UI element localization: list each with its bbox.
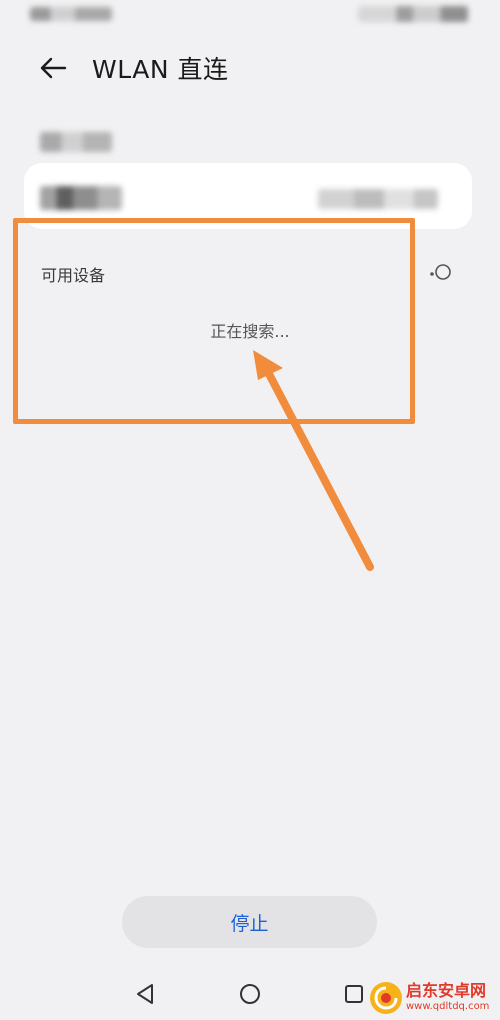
watermark-logo-icon (370, 981, 402, 1014)
annotation-arrow (253, 350, 374, 571)
page-title: WLAN 直连 (92, 55, 229, 84)
loading-spinner-icon (430, 264, 451, 280)
watermark-title: 启东安卓网 (406, 981, 487, 1000)
annotation-highlight-box (13, 218, 415, 424)
stop-button[interactable]: 停止 (122, 896, 377, 948)
watermark: 启东安卓网 www.qdltdq.com (368, 975, 498, 1020)
nav-recent-icon[interactable] (340, 980, 368, 1008)
watermark-url: www.qdltdq.com (406, 1001, 490, 1012)
status-bar-left-redacted (30, 7, 112, 21)
device-section-label-redacted (40, 132, 112, 152)
nav-back-icon[interactable] (132, 980, 160, 1008)
nav-home-icon[interactable] (236, 980, 264, 1008)
my-device-status-redacted (318, 189, 438, 209)
page-header: WLAN 直连 (38, 48, 228, 88)
back-arrow-icon[interactable] (38, 53, 68, 83)
status-bar-right-redacted (358, 6, 468, 22)
my-device-name-redacted (40, 186, 122, 210)
